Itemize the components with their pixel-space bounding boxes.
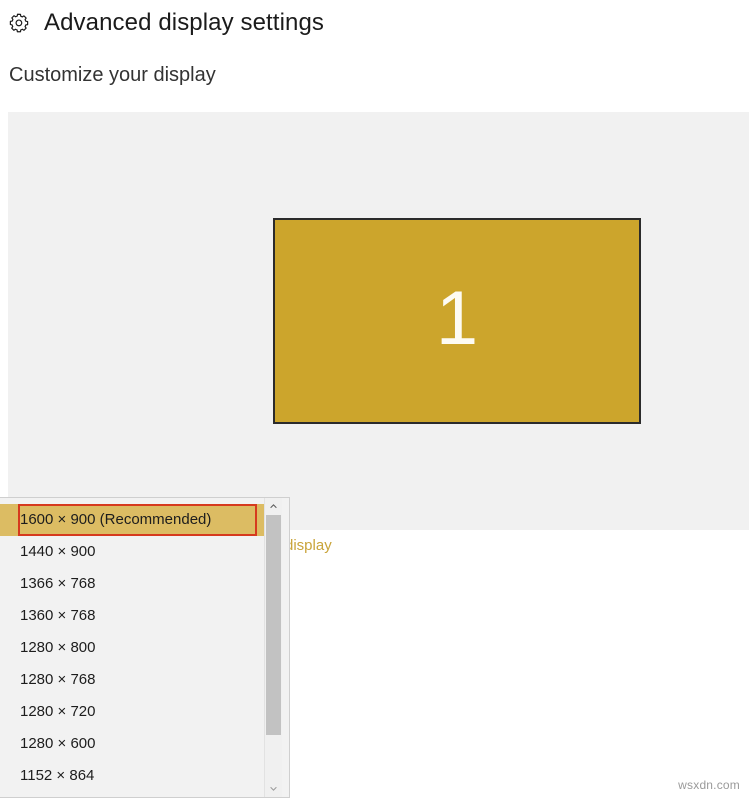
app-header: Advanced display settings — [0, 0, 749, 46]
monitor-thumbnail-1[interactable]: 1 — [273, 218, 641, 424]
resolution-option[interactable]: 1280 × 800 — [0, 632, 270, 664]
scrollbar-track[interactable] — [265, 515, 282, 780]
chevron-up-icon[interactable] — [265, 498, 282, 515]
watermark: wsxdn.com — [678, 778, 740, 792]
display-preview-panel: 1 — [8, 112, 749, 530]
scrollbar-thumb[interactable] — [266, 515, 281, 735]
resolution-option-list[interactable]: 1600 × 900 (Recommended) 1440 × 900 1366… — [0, 498, 270, 797]
resolution-dropdown-list[interactable]: 1600 × 900 (Recommended) 1440 × 900 1366… — [0, 497, 290, 798]
page-title: Advanced display settings — [44, 9, 324, 36]
section-heading: Customize your display — [9, 64, 216, 86]
gear-icon — [8, 12, 30, 34]
resolution-option[interactable]: 1280 × 768 — [0, 664, 270, 696]
resolution-option[interactable]: 1280 × 720 — [0, 696, 270, 728]
chevron-down-icon[interactable] — [265, 780, 282, 797]
resolution-option[interactable]: 1366 × 768 — [0, 568, 270, 600]
monitor-number-label: 1 — [435, 276, 479, 361]
resolution-option[interactable]: 1440 × 900 — [0, 536, 270, 568]
resolution-caption-text: display — [285, 537, 332, 554]
resolution-option[interactable]: 1600 × 900 (Recommended) — [0, 504, 270, 536]
resolution-option[interactable]: 1280 × 600 — [0, 728, 270, 760]
resolution-option[interactable]: 1152 × 864 — [0, 760, 270, 792]
resolution-option[interactable]: 1360 × 768 — [0, 600, 270, 632]
dropdown-scrollbar[interactable] — [264, 498, 282, 797]
